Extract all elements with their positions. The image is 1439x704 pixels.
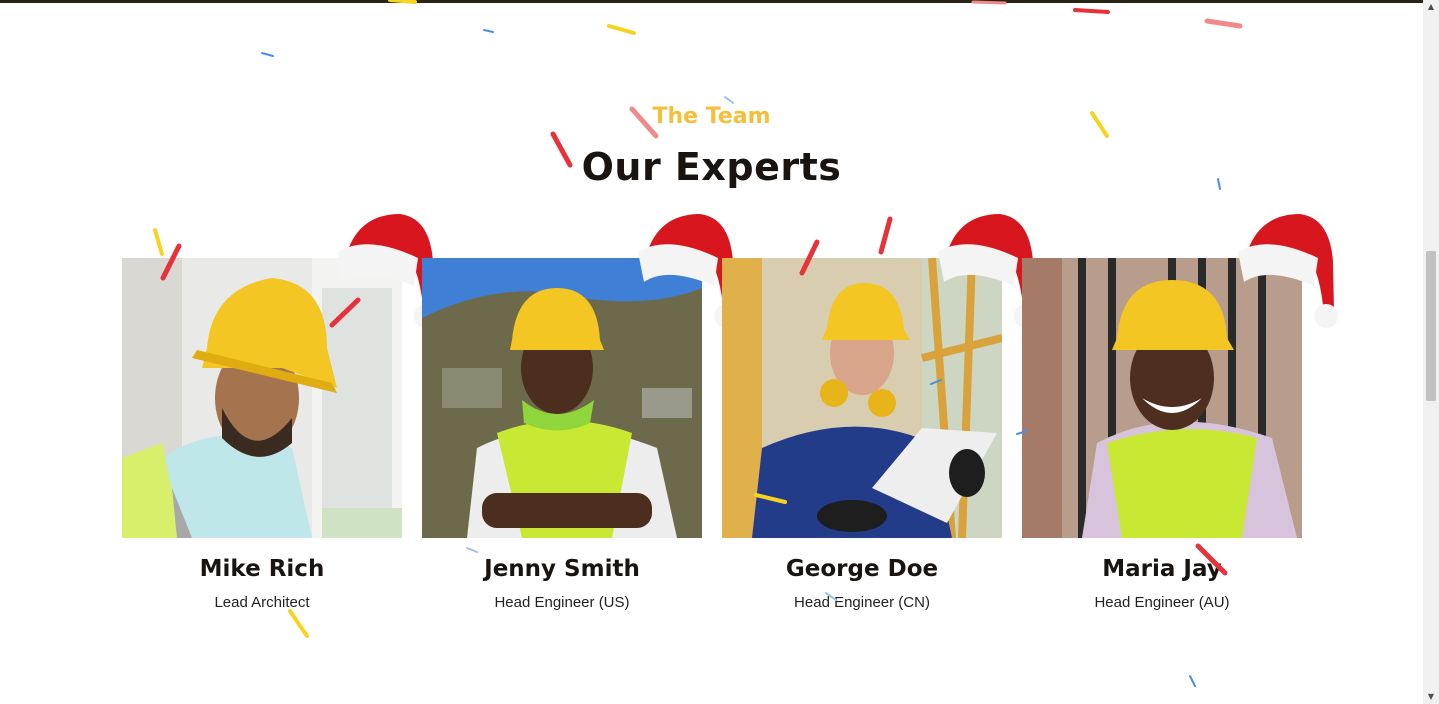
top-edge-strip bbox=[0, 0, 1423, 3]
team-name: Mike Rich bbox=[199, 556, 325, 582]
team-card-mike-rich: Mike Rich Lead Architect bbox=[122, 214, 438, 611]
team-card-jenny-smith: Jenny Smith Head Engineer (US) bbox=[422, 214, 738, 611]
team-card-george-doe: George Doe Head Engineer (CN) bbox=[722, 214, 1038, 611]
section-eyebrow: The Team bbox=[652, 104, 771, 129]
team-name: George Doe bbox=[785, 556, 939, 582]
team-role: Lead Architect bbox=[214, 594, 310, 611]
scroll-up-arrow-icon[interactable]: ▲ bbox=[1423, 0, 1439, 14]
team-role: Head Engineer (CN) bbox=[794, 594, 930, 611]
santa-hat-icon bbox=[1238, 214, 1338, 328]
page-scrollbar[interactable]: ▲ ▼ bbox=[1423, 0, 1439, 704]
scroll-down-arrow-icon[interactable]: ▼ bbox=[1423, 690, 1439, 704]
team-card-maria-jay: Maria Jay Head Engineer (AU) bbox=[1022, 214, 1338, 611]
section-title: Our Experts bbox=[581, 145, 842, 189]
team-name: Jenny Smith bbox=[484, 556, 640, 582]
team-name: Maria Jay bbox=[1102, 556, 1222, 582]
scrollbar-thumb[interactable] bbox=[1426, 251, 1436, 401]
team-role: Head Engineer (AU) bbox=[1094, 594, 1230, 611]
team-role: Head Engineer (US) bbox=[494, 594, 630, 611]
